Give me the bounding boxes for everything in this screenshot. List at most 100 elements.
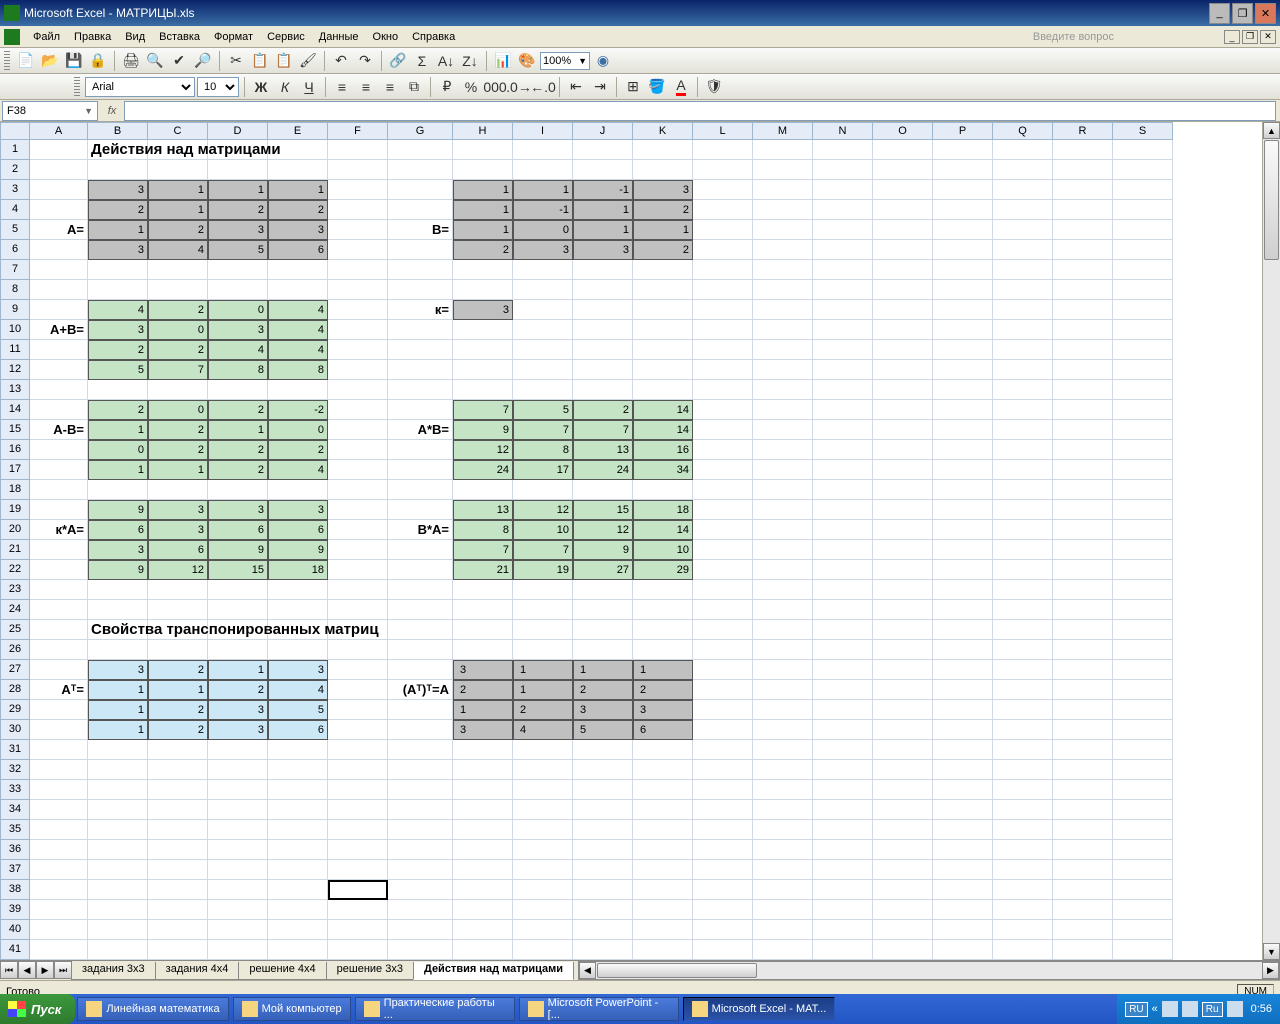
cell-K3[interactable]: 3 (633, 180, 693, 200)
comma-button[interactable]: 000 (484, 76, 506, 98)
row-header-10[interactable]: 10 (0, 320, 30, 340)
cell-B14[interactable]: 2 (88, 400, 148, 420)
cell-C3[interactable]: 1 (148, 180, 208, 200)
cell-J6[interactable]: 3 (573, 240, 633, 260)
row-header-13[interactable]: 13 (0, 380, 30, 400)
cell-B3[interactable]: 3 (88, 180, 148, 200)
font-name-combo[interactable]: Arial (85, 77, 195, 97)
row-header-1[interactable]: 1 (0, 140, 30, 160)
cell-A28[interactable]: Aᵀ= (30, 680, 88, 700)
cell-I15[interactable]: 7 (513, 420, 573, 440)
start-button[interactable]: Пуск (0, 994, 75, 1024)
row-header-37[interactable]: 37 (0, 860, 30, 880)
cell-D12[interactable]: 8 (208, 360, 268, 380)
column-header-H[interactable]: H (453, 122, 513, 140)
cell-C12[interactable]: 7 (148, 360, 208, 380)
cell-I21[interactable]: 7 (513, 540, 573, 560)
cell-E17[interactable]: 4 (268, 460, 328, 480)
row-header-36[interactable]: 36 (0, 840, 30, 860)
decrease-indent-button[interactable]: ⇤ (565, 76, 587, 98)
scroll-left-arrow[interactable]: ◀ (579, 962, 596, 979)
menu-window[interactable]: Окно (366, 29, 406, 45)
column-header-R[interactable]: R (1053, 122, 1113, 140)
cell-D3[interactable]: 1 (208, 180, 268, 200)
cell-H30[interactable]: 3 (453, 720, 513, 740)
menu-format[interactable]: Формат (207, 29, 260, 45)
column-header-B[interactable]: B (88, 122, 148, 140)
row-header-25[interactable]: 25 (0, 620, 30, 640)
cell-E30[interactable]: 6 (268, 720, 328, 740)
new-button[interactable]: 📄 (15, 50, 37, 72)
row-header-19[interactable]: 19 (0, 500, 30, 520)
cell-D21[interactable]: 9 (208, 540, 268, 560)
mdi-close-button[interactable]: ✕ (1260, 30, 1276, 44)
tab-prev-button[interactable]: ◀ (18, 961, 36, 979)
tab-next-button[interactable]: ▶ (36, 961, 54, 979)
increase-decimal-button[interactable]: .0→ (508, 76, 530, 98)
cell-I30[interactable]: 4 (513, 720, 573, 740)
cell-E5[interactable]: 3 (268, 220, 328, 240)
column-header-S[interactable]: S (1113, 122, 1173, 140)
cell-B17[interactable]: 1 (88, 460, 148, 480)
undo-button[interactable]: ↶ (330, 50, 352, 72)
cell-C11[interactable]: 2 (148, 340, 208, 360)
cell-C16[interactable]: 2 (148, 440, 208, 460)
column-header-L[interactable]: L (693, 122, 753, 140)
name-box[interactable]: F38▼ (2, 101, 98, 121)
open-button[interactable]: 📂 (39, 50, 61, 72)
cell-J15[interactable]: 7 (573, 420, 633, 440)
help-button[interactable]: ◉ (592, 50, 614, 72)
cell-A5[interactable]: A= (30, 220, 88, 240)
chart-wizard-button[interactable]: 📊 (492, 50, 514, 72)
zoom-combo[interactable]: 100%▼ (540, 52, 590, 70)
hyperlink-button[interactable]: 🔗 (387, 50, 409, 72)
row-header-29[interactable]: 29 (0, 700, 30, 720)
cell-B25[interactable]: Свойства транспонированных матриц (88, 620, 513, 640)
mdi-restore-button[interactable]: ❐ (1242, 30, 1258, 44)
cell-I17[interactable]: 17 (513, 460, 573, 480)
row-header-5[interactable]: 5 (0, 220, 30, 240)
row-header-15[interactable]: 15 (0, 420, 30, 440)
row-header-2[interactable]: 2 (0, 160, 30, 180)
menu-edit[interactable]: Правка (67, 29, 118, 45)
cell-J16[interactable]: 13 (573, 440, 633, 460)
cell-J22[interactable]: 27 (573, 560, 633, 580)
tab-first-button[interactable]: ⏮ (0, 961, 18, 979)
cell-C29[interactable]: 2 (148, 700, 208, 720)
row-header-40[interactable]: 40 (0, 920, 30, 940)
cell-D30[interactable]: 3 (208, 720, 268, 740)
cell-K21[interactable]: 10 (633, 540, 693, 560)
cell-E6[interactable]: 6 (268, 240, 328, 260)
hscroll-thumb[interactable] (597, 963, 757, 978)
row-header-39[interactable]: 39 (0, 900, 30, 920)
sheet-tab-1[interactable]: задания 4x4 (155, 962, 240, 980)
cell-D5[interactable]: 3 (208, 220, 268, 240)
row-header-17[interactable]: 17 (0, 460, 30, 480)
restore-button[interactable]: ❐ (1232, 3, 1253, 24)
merge-center-button[interactable]: ⧉ (403, 76, 425, 98)
cell-K17[interactable]: 34 (633, 460, 693, 480)
cell-B28[interactable]: 1 (88, 680, 148, 700)
cell-K4[interactable]: 2 (633, 200, 693, 220)
menu-file[interactable]: Файл (26, 29, 67, 45)
cell-C30[interactable]: 2 (148, 720, 208, 740)
cell-C17[interactable]: 1 (148, 460, 208, 480)
research-button[interactable]: 🔎 (192, 50, 214, 72)
sheet-tab-0[interactable]: задания 3x3 (71, 962, 156, 980)
print-button[interactable]: 🖨 (120, 50, 142, 72)
taskbar-task-2[interactable]: Практические работы ... (355, 997, 515, 1021)
cell-B15[interactable]: 1 (88, 420, 148, 440)
cell-I19[interactable]: 12 (513, 500, 573, 520)
cell-I5[interactable]: 0 (513, 220, 573, 240)
cell-K5[interactable]: 1 (633, 220, 693, 240)
taskbar-task-0[interactable]: Линейная математика (77, 997, 228, 1021)
cell-A10[interactable]: A+B= (30, 320, 88, 340)
cell-I20[interactable]: 10 (513, 520, 573, 540)
cell-J28[interactable]: 2 (573, 680, 633, 700)
cell-H21[interactable]: 7 (453, 540, 513, 560)
cell-E4[interactable]: 2 (268, 200, 328, 220)
cell-E3[interactable]: 1 (268, 180, 328, 200)
toolbar-handle[interactable] (74, 77, 80, 97)
cell-J19[interactable]: 15 (573, 500, 633, 520)
cell-D16[interactable]: 2 (208, 440, 268, 460)
